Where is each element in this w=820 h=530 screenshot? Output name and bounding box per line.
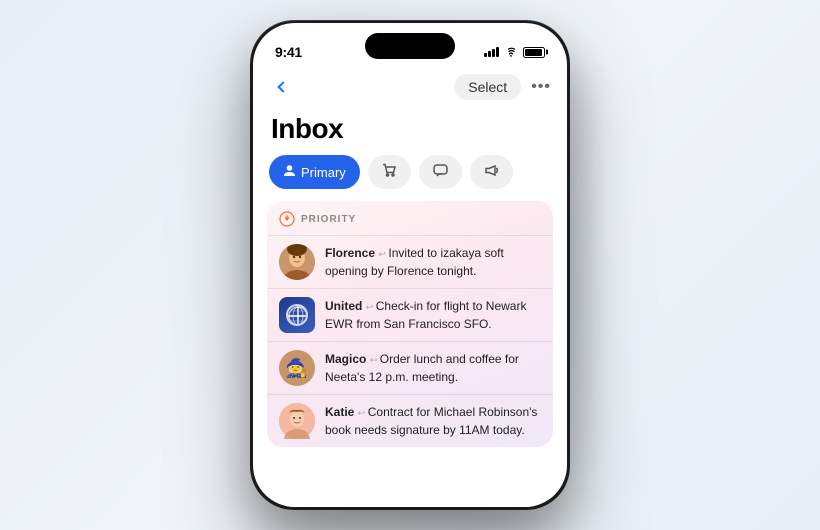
sender-magico: Magico	[325, 352, 366, 366]
tab-messages[interactable]	[419, 155, 462, 189]
avatar-katie	[279, 403, 315, 439]
priority-star-icon	[279, 211, 295, 227]
tab-promotions[interactable]	[470, 155, 513, 189]
email-text-katie: Katie ↩ Contract for Michael Robinson's …	[325, 405, 537, 437]
reply-icon-magico: ↩	[370, 355, 380, 365]
person-icon	[283, 164, 296, 180]
tab-primary[interactable]: Primary	[269, 155, 360, 189]
reply-icon-florence: ↩	[378, 249, 388, 259]
priority-label: PRIORITY	[301, 214, 356, 225]
email-item-katie[interactable]: Katie ↩ Contract for Michael Robinson's …	[267, 394, 553, 447]
bubble-icon	[433, 163, 448, 181]
nav-bar: Select •••	[253, 67, 567, 109]
avatar-united	[279, 297, 315, 333]
megaphone-icon	[484, 163, 499, 181]
email-text-united: United ↩ Check-in for flight to Newark E…	[325, 299, 526, 331]
select-button[interactable]: Select	[454, 74, 521, 100]
reply-icon-katie: ↩	[358, 408, 368, 418]
back-chevron-icon	[277, 81, 288, 92]
page-title-area: Inbox	[253, 109, 567, 155]
signal-icon	[484, 47, 499, 57]
avatar-florence	[279, 244, 315, 280]
email-text-florence: Florence ↩ Invited to izakaya soft openi…	[325, 246, 504, 278]
back-button[interactable]	[269, 73, 297, 101]
email-item-united[interactable]: United ↩ Check-in for flight to Newark E…	[267, 288, 553, 341]
email-text-magico: Magico ↩ Order lunch and coffee for Neet…	[325, 352, 519, 384]
avatar-magico: 🧙	[279, 350, 315, 386]
status-icons	[484, 47, 545, 58]
wifi-icon	[504, 47, 518, 57]
phone-screen: 9:41 Select •••	[253, 23, 567, 507]
nav-actions: Select •••	[454, 74, 551, 100]
email-item-magico[interactable]: 🧙 Magico ↩ Order lunch and coffee for Ne…	[267, 341, 553, 394]
sender-katie: Katie	[325, 405, 354, 419]
page-title: Inbox	[271, 113, 549, 145]
reply-icon-united: ↩	[366, 302, 376, 312]
sender-florence: Florence	[325, 246, 375, 260]
more-button[interactable]: •••	[531, 78, 551, 96]
dynamic-island	[365, 33, 455, 59]
email-item-florence[interactable]: Florence ↩ Invited to izakaya soft openi…	[267, 235, 553, 288]
bottom-fade	[253, 447, 567, 507]
tab-shopping[interactable]	[368, 155, 411, 189]
tab-bar: Primary	[253, 155, 567, 201]
email-content-magico: Magico ↩ Order lunch and coffee for Neet…	[325, 350, 541, 386]
tab-primary-label: Primary	[301, 165, 346, 180]
email-content-florence: Florence ↩ Invited to izakaya soft openi…	[325, 244, 541, 280]
united-globe-icon	[286, 304, 308, 326]
status-time: 9:41	[275, 44, 302, 60]
priority-section: PRIORITY Floren	[267, 201, 553, 447]
email-content-united: United ↩ Check-in for flight to Newark E…	[325, 297, 541, 333]
cart-icon	[382, 163, 397, 181]
sender-united: United	[325, 299, 362, 313]
battery-icon	[523, 47, 545, 58]
phone-frame: 9:41 Select •••	[250, 20, 570, 510]
email-content-katie: Katie ↩ Contract for Michael Robinson's …	[325, 403, 541, 439]
priority-header: PRIORITY	[267, 211, 553, 235]
